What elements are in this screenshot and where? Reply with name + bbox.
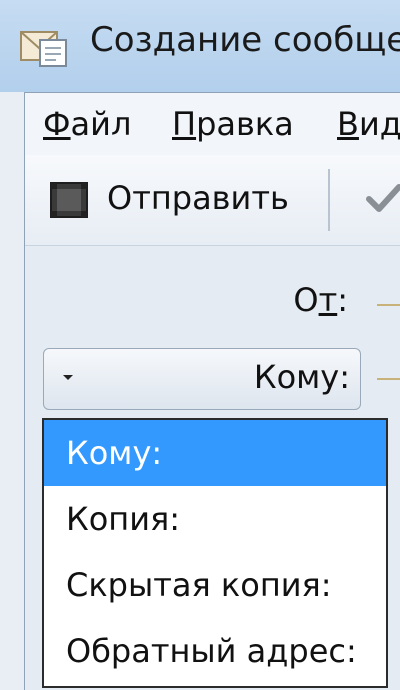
from-label-accel: т — [318, 281, 338, 319]
menu-bar: Файл Правка Вид — [25, 93, 400, 155]
menu-view[interactable]: Вид — [337, 105, 400, 143]
menu-file-accel: Ф — [43, 105, 71, 143]
recipient-field-edge[interactable] — [377, 378, 400, 380]
recipient-type-button[interactable]: Кому: — [43, 348, 361, 410]
from-label-start: О — [293, 281, 319, 319]
dropdown-arrow-icon — [63, 375, 73, 380]
title-bar[interactable]: Создание сообще — [0, 0, 400, 92]
send-label: Отправить — [107, 179, 289, 217]
recipient-type-dropdown: Кому: Копия: Скрытая копия: Обратный адр… — [42, 418, 388, 688]
send-button[interactable]: Отправить — [45, 177, 305, 223]
menu-file-label: айл — [70, 105, 132, 143]
toolbar: Отправить — [25, 155, 400, 246]
recipient-type-label: Кому: — [253, 358, 350, 396]
send-icon — [50, 182, 88, 218]
menu-edit-label: равка — [196, 105, 294, 143]
from-field-edge[interactable] — [377, 304, 400, 306]
spellcheck-icon[interactable] — [365, 181, 400, 217]
dropdown-option-to[interactable]: Кому: — [44, 420, 386, 486]
compose-message-icon — [20, 31, 67, 67]
menu-edit-accel: П — [172, 105, 197, 143]
menu-file[interactable]: Файл — [43, 105, 131, 143]
dropdown-option-bcc[interactable]: Скрытая копия: — [44, 552, 386, 618]
from-label: От: — [293, 281, 348, 319]
window-title: Создание сообще — [90, 20, 400, 60]
menu-view-accel: В — [337, 105, 359, 143]
menu-view-label: ид — [358, 105, 400, 143]
compose-window: Создание сообще Файл Правка Вид Отправит… — [0, 0, 400, 690]
from-label-end: : — [337, 281, 348, 319]
menu-edit[interactable]: Правка — [172, 105, 294, 143]
toolbar-separator — [328, 169, 330, 231]
dropdown-option-cc[interactable]: Копия: — [44, 486, 386, 552]
dropdown-option-reply-to[interactable]: Обратный адрес: — [44, 618, 386, 684]
